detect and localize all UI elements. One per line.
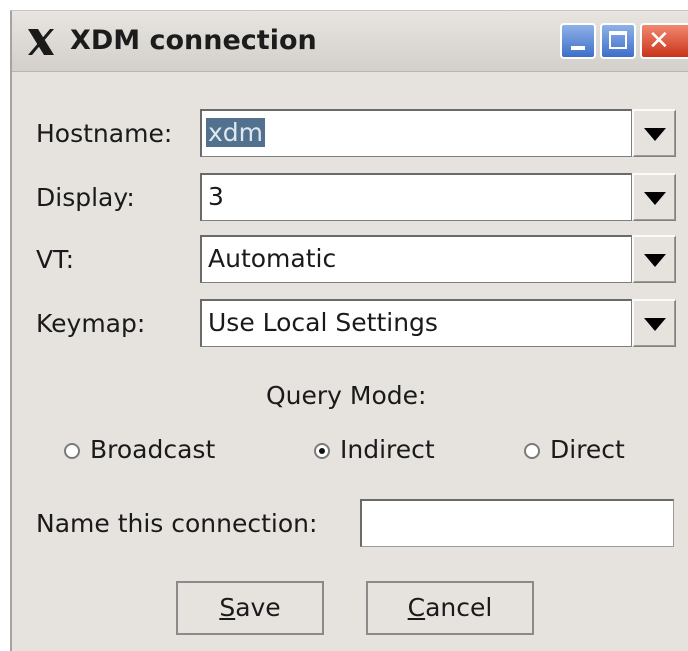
title-bar[interactable]: XDM connection ✕ [12,11,688,72]
vt-label: VT: [36,245,75,274]
connection-name-label: Name this connection: [36,509,318,538]
radio-checked-icon [314,443,330,459]
radio-unchecked-icon [64,443,80,459]
keymap-value: Use Local Settings [208,308,438,337]
hostname-combo[interactable]: xdm [200,109,632,157]
radio-broadcast-label: Broadcast [90,435,216,464]
query-mode-label: Query Mode: [266,381,427,410]
radio-indirect-label: Indirect [340,435,435,464]
vt-value: Automatic [208,244,337,273]
hostname-dropdown-button[interactable] [632,109,676,157]
close-icon: ✕ [648,26,670,56]
save-mnemonic: S [219,593,236,622]
chevron-down-icon [644,128,666,141]
xdm-connection-window: XDM connection ✕ Hostname: xdm Display: … [10,10,688,651]
save-button[interactable]: Save [176,581,324,635]
cancel-label: ancel [425,593,493,622]
window-title: XDM connection [70,25,317,56]
minimize-icon [571,46,585,50]
hostname-label: Hostname: [36,119,173,148]
display-label: Display: [36,183,135,212]
display-dropdown-button[interactable] [632,173,676,221]
keymap-combo[interactable]: Use Local Settings [200,299,632,347]
maximize-icon [609,31,627,49]
minimize-button[interactable] [560,23,596,59]
x-logo-icon [28,29,54,55]
chevron-down-icon [644,192,666,205]
radio-direct-label: Direct [550,435,625,464]
connection-name-input[interactable] [360,499,674,547]
chevron-down-icon [644,318,666,331]
maximize-button[interactable] [600,23,636,59]
vt-dropdown-button[interactable] [632,235,676,283]
keymap-dropdown-button[interactable] [632,299,676,347]
display-value: 3 [208,182,224,211]
hostname-value: xdm [206,118,266,147]
cancel-mnemonic: C [407,593,426,622]
display-combo[interactable]: 3 [200,173,632,221]
keymap-label: Keymap: [36,309,146,338]
radio-unchecked-icon [524,443,540,459]
cancel-button[interactable]: Cancel [366,581,534,635]
chevron-down-icon [644,254,666,267]
close-button[interactable]: ✕ [640,23,688,59]
save-label: ave [235,593,281,622]
vt-combo[interactable]: Automatic [200,235,632,283]
